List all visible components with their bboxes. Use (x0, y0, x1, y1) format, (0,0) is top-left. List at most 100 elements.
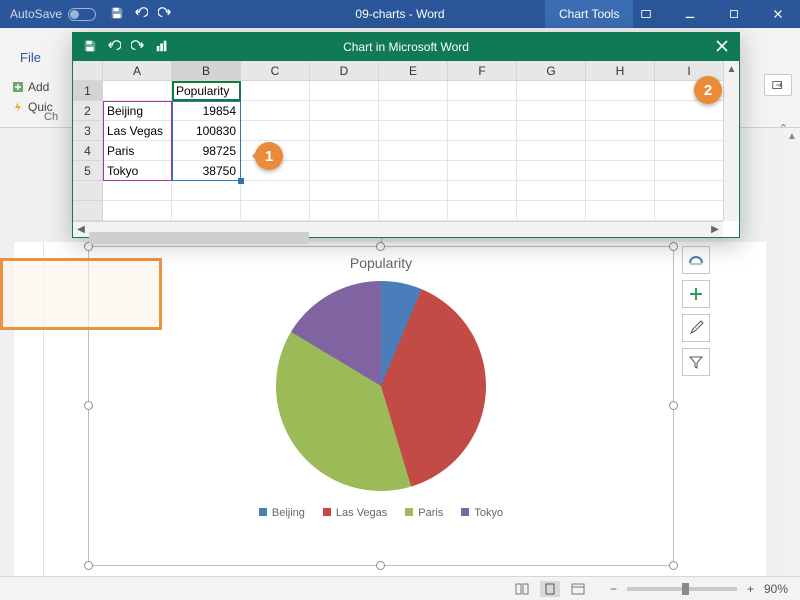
cell[interactable] (517, 161, 586, 181)
col-header[interactable]: A (103, 61, 172, 81)
cell[interactable] (517, 101, 586, 121)
cell[interactable] (379, 161, 448, 181)
cell[interactable] (586, 121, 655, 141)
cell[interactable] (655, 101, 724, 121)
cell[interactable] (172, 201, 241, 221)
cell[interactable] (448, 161, 517, 181)
redo-icon[interactable] (158, 6, 172, 23)
ribbon-display-icon[interactable] (624, 0, 668, 28)
cell[interactable] (310, 141, 379, 161)
cell[interactable] (103, 81, 172, 101)
web-layout-icon[interactable] (568, 581, 588, 597)
cell[interactable] (241, 121, 310, 141)
cell[interactable]: Popularity (172, 81, 241, 101)
pie-chart[interactable] (89, 271, 673, 501)
resize-handle[interactable] (376, 242, 385, 251)
save-icon[interactable] (83, 39, 97, 56)
redo-icon[interactable] (131, 39, 145, 56)
save-icon[interactable] (110, 6, 124, 23)
ribbon-add-group[interactable]: Add (12, 80, 49, 94)
chart-object[interactable]: Popularity BeijingLas VegasParisTokyo (88, 246, 674, 566)
close-icon[interactable] (756, 0, 800, 28)
zoom-out-button[interactable]: − (610, 582, 617, 596)
legend-item[interactable]: Tokyo (461, 507, 503, 519)
cell[interactable] (310, 181, 379, 201)
col-header[interactable]: F (448, 61, 517, 81)
row-header[interactable] (73, 201, 103, 221)
cell[interactable] (448, 81, 517, 101)
read-mode-icon[interactable] (512, 581, 532, 597)
cell[interactable]: 19854 (172, 101, 241, 121)
cell[interactable] (655, 161, 724, 181)
scroll-up-icon[interactable]: ▲ (784, 128, 800, 144)
minimize-icon[interactable] (668, 0, 712, 28)
cell[interactable]: 98725 (172, 141, 241, 161)
cell[interactable] (655, 201, 724, 221)
cell[interactable] (241, 181, 310, 201)
cell[interactable] (379, 181, 448, 201)
file-tab[interactable]: File (20, 50, 41, 65)
chart-elements-button[interactable] (682, 280, 710, 308)
chart-tools-tab[interactable]: Chart Tools (545, 0, 633, 28)
zoom-slider[interactable] (627, 587, 737, 591)
scroll-left-icon[interactable]: ◀ (73, 222, 89, 238)
cell[interactable] (448, 181, 517, 201)
cell[interactable] (310, 201, 379, 221)
cell[interactable] (448, 101, 517, 121)
cell[interactable] (586, 161, 655, 181)
resize-handle[interactable] (669, 242, 678, 251)
chart-filter-button[interactable] (682, 348, 710, 376)
cell[interactable] (448, 121, 517, 141)
legend-item[interactable]: Beijing (259, 507, 305, 519)
cell[interactable]: 38750 (172, 161, 241, 181)
toggle-off-icon[interactable] (68, 8, 96, 21)
cell[interactable] (241, 201, 310, 221)
cell[interactable] (310, 161, 379, 181)
cell[interactable] (379, 121, 448, 141)
cell[interactable]: Tokyo (103, 161, 172, 181)
resize-handle[interactable] (84, 561, 93, 570)
cell[interactable] (241, 101, 310, 121)
cell[interactable] (517, 181, 586, 201)
cell[interactable] (586, 141, 655, 161)
print-layout-icon[interactable] (540, 581, 560, 597)
select-all-cell[interactable] (73, 61, 103, 81)
cell[interactable] (517, 201, 586, 221)
row-header[interactable]: 5 (73, 161, 103, 181)
col-header[interactable]: C (241, 61, 310, 81)
cell[interactable] (310, 101, 379, 121)
row-header[interactable]: 3 (73, 121, 103, 141)
chart-icon[interactable] (155, 39, 169, 56)
cell[interactable] (586, 101, 655, 121)
zoom-level[interactable]: 90% (764, 582, 788, 596)
scrollbar-thumb[interactable] (89, 232, 309, 244)
cell[interactable]: Beijing (103, 101, 172, 121)
row-header[interactable]: 1 (73, 81, 103, 101)
undo-icon[interactable] (134, 6, 148, 23)
cell[interactable] (379, 81, 448, 101)
cell[interactable] (379, 141, 448, 161)
undo-icon[interactable] (107, 39, 121, 56)
col-header[interactable]: B (172, 61, 241, 81)
cell[interactable] (310, 121, 379, 141)
share-button[interactable] (764, 74, 792, 96)
cell[interactable] (310, 81, 379, 101)
zoom-knob-icon[interactable] (682, 583, 689, 595)
cell[interactable]: 100830 (172, 121, 241, 141)
zoom-in-button[interactable]: + (747, 582, 754, 596)
cell[interactable]: Las Vegas (103, 121, 172, 141)
col-header[interactable]: D (310, 61, 379, 81)
col-header[interactable]: H (586, 61, 655, 81)
column-headers[interactable]: A B C D E F G H I (73, 61, 739, 81)
cell[interactable] (586, 201, 655, 221)
cell[interactable] (448, 201, 517, 221)
row-header[interactable] (73, 181, 103, 201)
legend-item[interactable]: Paris (405, 507, 443, 519)
row-header[interactable]: 4 (73, 141, 103, 161)
datasheet-close-button[interactable] (715, 39, 729, 56)
cell[interactable] (103, 181, 172, 201)
chart-layout-button[interactable] (682, 246, 710, 274)
scroll-right-icon[interactable]: ▶ (707, 222, 723, 238)
cell[interactable] (655, 181, 724, 201)
resize-handle[interactable] (376, 561, 385, 570)
